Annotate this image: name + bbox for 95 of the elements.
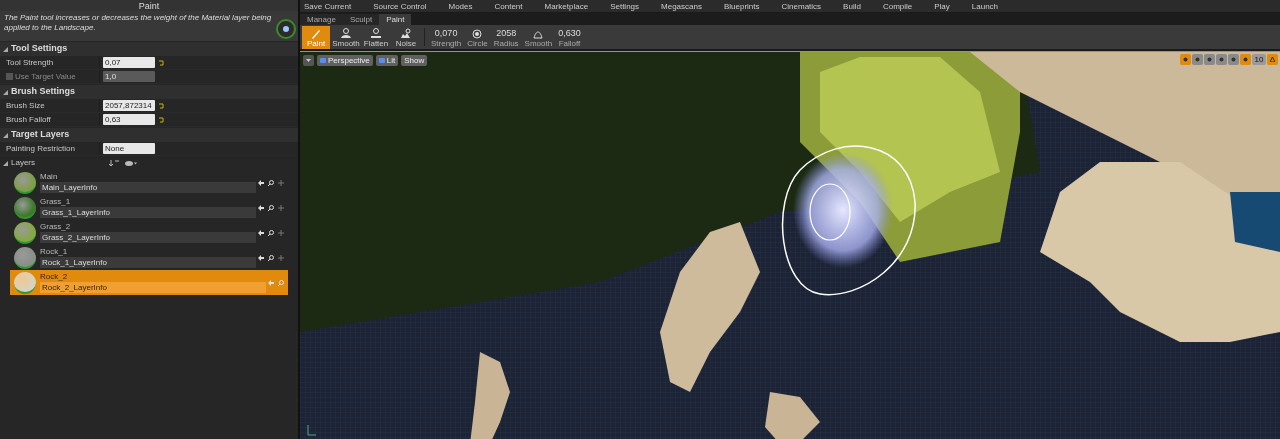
plus-icon[interactable] bbox=[278, 229, 284, 236]
person-icon bbox=[340, 27, 352, 39]
viewport-tool-icon[interactable] bbox=[1180, 54, 1191, 65]
option-label: Circle bbox=[467, 38, 488, 49]
person-icon bbox=[370, 27, 382, 39]
viewport-tool-icon[interactable] bbox=[1240, 54, 1251, 65]
field-label: Brush Size bbox=[6, 99, 45, 112]
paint-tool-icon bbox=[276, 19, 296, 39]
toolbar-button[interactable]: Marketplace bbox=[544, 2, 589, 12]
brush-icon bbox=[310, 27, 322, 39]
eye-icon[interactable] bbox=[125, 159, 137, 167]
angle-snap-icon[interactable] bbox=[1267, 54, 1278, 65]
option-label: Radius bbox=[493, 38, 519, 49]
search-icon[interactable] bbox=[268, 254, 274, 261]
toolbar-button[interactable]: Blueprints bbox=[723, 2, 760, 12]
panel-title: Paint bbox=[138, 0, 160, 11]
viewport-tool-icon[interactable] bbox=[1192, 54, 1203, 65]
toolbar-button[interactable]: Launch bbox=[971, 2, 999, 12]
field-label: Tool Strength bbox=[6, 56, 54, 69]
spin-box[interactable]: 0,07 bbox=[103, 57, 155, 68]
viewport-button[interactable]: Lit bbox=[375, 55, 399, 66]
expand-arrow-icon[interactable] bbox=[3, 46, 8, 52]
falloff-curve-icon[interactable] bbox=[533, 28, 544, 39]
field-label: Painting Restriction bbox=[6, 142, 75, 155]
mode-tab[interactable]: Sculpt bbox=[342, 14, 380, 25]
layer-name: Rock_2 bbox=[40, 272, 69, 282]
toolbar-button[interactable]: Compile bbox=[882, 2, 913, 12]
viewport-tool-icon[interactable] bbox=[1204, 54, 1215, 65]
mode-tab[interactable]: Manage bbox=[300, 14, 343, 25]
layer-name: Grass_2 bbox=[40, 222, 72, 232]
dropdown[interactable]: None bbox=[103, 143, 155, 154]
search-icon[interactable] bbox=[268, 204, 274, 211]
toolbar-button[interactable]: Cinematics bbox=[781, 2, 822, 12]
layer-item[interactable]: Grass_1 Grass_1_LayerInfo bbox=[10, 195, 288, 220]
option-value[interactable]: 2058 bbox=[496, 26, 517, 39]
sort-icon[interactable] bbox=[109, 159, 119, 167]
caret-icon bbox=[306, 59, 311, 62]
layer-info-dropdown[interactable]: Rock_2_LayerInfo bbox=[40, 282, 266, 293]
noise-icon bbox=[400, 27, 412, 39]
grid-size-button[interactable]: 10 bbox=[1252, 54, 1266, 65]
search-icon[interactable] bbox=[268, 179, 274, 186]
expand-arrow-icon[interactable] bbox=[3, 132, 8, 138]
layer-info-dropdown[interactable]: Rock_1_LayerInfo bbox=[40, 257, 256, 268]
layer-info-dropdown[interactable]: Main_LayerInfo bbox=[40, 182, 256, 193]
spin-box[interactable]: 0,63 bbox=[103, 114, 155, 125]
axis-gizmo-icon bbox=[307, 424, 317, 436]
option-label: Strength bbox=[431, 38, 462, 49]
viewport-tool-icon[interactable] bbox=[1228, 54, 1239, 65]
toolbar-button[interactable]: Source Control bbox=[373, 2, 427, 12]
toolbar-button[interactable]: Content bbox=[494, 2, 523, 12]
plus-icon[interactable] bbox=[278, 254, 284, 261]
toolbar-button[interactable]: Megascans bbox=[661, 2, 702, 12]
arrow-left-icon[interactable] bbox=[258, 204, 264, 211]
arrow-left-icon[interactable] bbox=[258, 229, 264, 236]
tool-button[interactable]: Noise bbox=[392, 25, 420, 49]
option-label: Falloff bbox=[558, 38, 581, 49]
option-value[interactable]: 0,070 bbox=[434, 26, 458, 39]
layer-item[interactable]: Rock_1 Rock_1_LayerInfo bbox=[10, 245, 288, 270]
toolbar-button[interactable]: Settings bbox=[610, 2, 640, 12]
expand-arrow-icon[interactable] bbox=[3, 160, 8, 166]
layer-item[interactable]: Rock_2 Rock_2_LayerInfo bbox=[10, 270, 288, 295]
viewport-button[interactable]: Perspective bbox=[317, 55, 373, 66]
arrow-left-icon[interactable] bbox=[258, 179, 264, 186]
layer-name: Grass_1 bbox=[40, 197, 72, 207]
brush-circle-icon[interactable] bbox=[472, 28, 483, 39]
tool-description: The Paint tool increases or decreases the weight of the Material layer being applied to the Landscape. bbox=[4, 13, 273, 34]
field-label: Brush Falloff bbox=[6, 113, 51, 126]
field-label: Use Target Value bbox=[15, 70, 76, 83]
tool-button[interactable]: Flatten bbox=[362, 25, 390, 49]
plus-icon[interactable] bbox=[278, 179, 284, 186]
tool-button[interactable]: Smooth bbox=[332, 25, 360, 49]
expand-arrow-icon[interactable] bbox=[3, 89, 8, 95]
layer-info-dropdown[interactable]: Grass_1_LayerInfo bbox=[40, 207, 256, 218]
layers-label: Layers bbox=[11, 157, 36, 169]
layer-info-dropdown[interactable]: Grass_2_LayerInfo bbox=[40, 232, 256, 243]
search-icon[interactable] bbox=[268, 229, 274, 236]
toolbar-button[interactable]: Save Current bbox=[304, 2, 352, 12]
section-header[interactable]: Target Layers bbox=[11, 128, 70, 142]
mode-tab[interactable]: Paint bbox=[379, 14, 412, 25]
plus-icon[interactable] bbox=[278, 204, 284, 211]
layer-name: Main bbox=[40, 172, 59, 182]
option-label: Smooth bbox=[524, 38, 553, 49]
viewport-button[interactable]: Show bbox=[401, 55, 428, 66]
section-header[interactable]: Tool Settings bbox=[11, 42, 68, 56]
toolbar-button[interactable]: Modes bbox=[448, 2, 473, 12]
layer-item[interactable]: Grass_2 Grass_2_LayerInfo bbox=[10, 220, 288, 245]
viewport-menu-button[interactable] bbox=[303, 55, 314, 66]
viewport-tool-icon[interactable] bbox=[1216, 54, 1227, 65]
layer-name: Rock_1 bbox=[40, 247, 69, 257]
option-value[interactable]: 0,630 bbox=[558, 26, 581, 39]
arrow-left-icon[interactable] bbox=[258, 254, 264, 261]
spin-box[interactable]: 2057,872314 bbox=[103, 100, 155, 111]
layer-item[interactable]: Main Main_LayerInfo bbox=[10, 170, 288, 195]
toolbar-button[interactable]: Build bbox=[843, 2, 861, 12]
toolbar-button[interactable]: Play bbox=[934, 2, 950, 12]
